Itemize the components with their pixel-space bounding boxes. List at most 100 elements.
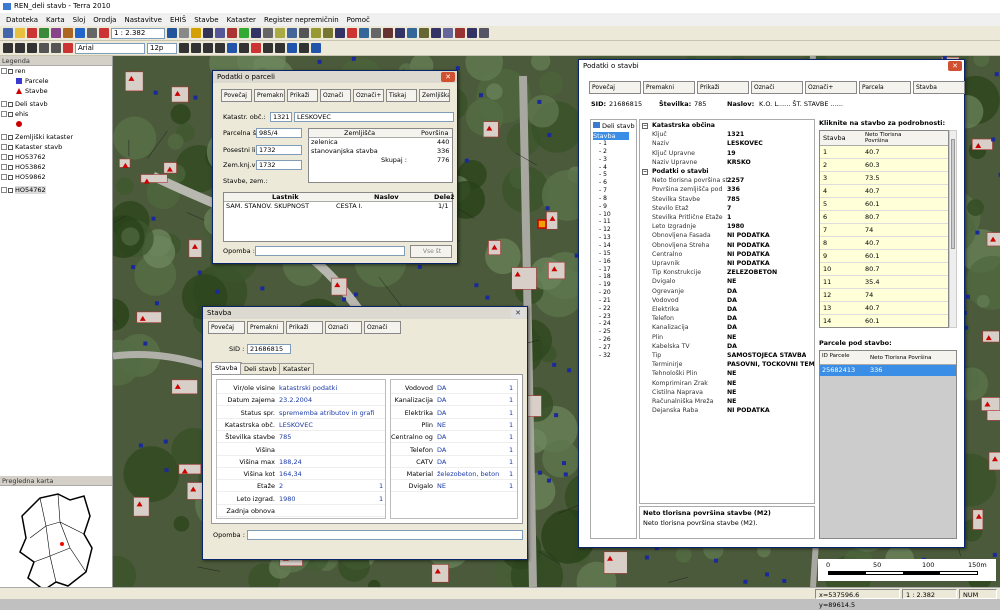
opomba-field[interactable] [255,246,405,256]
layer-checkbox[interactable] [8,175,13,180]
legend-item[interactable]: ren [0,66,112,76]
expand-icon[interactable] [1,174,7,180]
property-row[interactable]: DvigaloNE [640,278,814,286]
toolbar-tool-icon[interactable] [179,28,189,38]
property-section[interactable]: −Katastrska občina [640,122,814,130]
tree-item[interactable]: - 17 [599,266,637,274]
toolbar-tool-icon[interactable] [39,28,49,38]
table-row[interactable]: 840.7 [820,237,948,250]
property-row[interactable]: Tip KonstrukcijeŽELEZOBETON [640,269,814,277]
toolbar-tool-icon[interactable] [275,28,285,38]
table-row[interactable]: Status spr.sprememba atributov in grafik… [217,407,385,419]
format-tool-icon[interactable] [239,43,249,53]
overview-map[interactable] [0,486,112,598]
menu-item-4[interactable]: Nastavitve [120,16,166,24]
tree-item[interactable]: - 18 [599,273,637,281]
parts-tree[interactable]: Deli stavbStavba- 1- 2- 3- 4- 5- 6- 7- 8… [590,119,637,539]
table-row[interactable]: Številka stavbe785 [217,431,385,443]
opomba-field[interactable] [247,530,523,540]
property-section[interactable]: −Podatki o stavbi [640,168,814,176]
tree-item[interactable]: - 32 [599,352,637,360]
building-button-0[interactable]: Povečaj [208,321,245,334]
table-row[interactable]: Višina [217,444,385,456]
property-row[interactable]: NazivLESKOVEC [640,140,814,148]
format-tool-icon[interactable] [227,43,237,53]
expand-icon[interactable] [1,187,7,193]
tree-item[interactable]: - 10 [599,211,637,219]
tree-item[interactable]: - 4 [599,164,637,172]
property-row[interactable]: Komprimiran ZrakNE [640,380,814,388]
toolbar-tool-icon[interactable] [15,28,25,38]
draw-tool-icon[interactable] [27,43,37,53]
toolbar-tool-icon[interactable] [467,28,477,38]
building-data-button-6[interactable]: Stavba [913,81,965,94]
menu-item-9[interactable]: Pomoč [343,16,374,24]
parcel-button-0[interactable]: Povečaj [221,89,252,102]
menu-item-1[interactable]: Karta [42,16,69,24]
table-row[interactable]: 1274 [820,289,948,302]
property-row[interactable]: UpravnikNI PODATKA [640,260,814,268]
property-row[interactable]: Neto tlorisna površina st2257 [640,177,814,185]
draw-tool-icon[interactable] [3,43,13,53]
tree-item[interactable]: - 2 [599,148,637,156]
building-data-button-4[interactable]: Označi+ [805,81,857,94]
draw-tool-icon[interactable] [51,43,61,53]
tree-item[interactable]: - 7 [599,187,637,195]
toolbar-tool-icon[interactable] [87,28,97,38]
table-scrollbar[interactable] [949,130,957,328]
toolbar-tool-icon[interactable] [287,28,297,38]
format-tool-icon[interactable] [275,43,285,53]
toolbar-tool-icon[interactable] [347,28,357,38]
table-row[interactable]: Centralno ogr.DA1 [391,431,517,443]
building-data-button-3[interactable]: Označi [751,81,803,94]
toolbar-tool-icon[interactable] [323,28,333,38]
zk-field[interactable]: 1732 [256,160,302,170]
table-row[interactable]: 680.7 [820,211,948,224]
table-row[interactable]: 560.1 [820,198,948,211]
property-row[interactable]: Površina zemljišča pod336 [640,186,814,194]
layer-checkbox[interactable] [8,188,13,193]
draw-tool-icon[interactable] [15,43,25,53]
property-row[interactable]: Leto Izgradnje1980 [640,223,814,231]
toolbar-tool-icon[interactable] [203,28,213,38]
legend-item[interactable] [0,119,112,129]
parcel-button-2[interactable]: Prikaži [287,89,318,102]
table-row[interactable]: 25682413 336 [820,365,956,376]
draw-tool-icon[interactable] [39,43,49,53]
property-row[interactable]: OgrevanjeDA [640,288,814,296]
scale-select[interactable]: 1 : 2.382 [111,28,165,39]
toolbar-tool-icon[interactable] [479,28,489,38]
toolbar-tool-icon[interactable] [99,28,109,38]
format-tool-icon[interactable] [191,43,201,53]
parcel-button-1[interactable]: Premakni [254,89,285,102]
property-row[interactable]: TipSAMOSTOJEČA STAVBA [640,352,814,360]
toolbar-tool-icon[interactable] [263,28,273,38]
legend-item[interactable]: Stavbe [0,86,112,96]
table-row[interactable]: Katastrska obč.LESKOVEC [217,419,385,431]
property-row[interactable]: VodovodDA [640,297,814,305]
toolbar-tool-icon[interactable] [335,28,345,38]
format-tool-icon[interactable] [287,43,297,53]
building-button-3[interactable]: Označi [325,321,362,334]
parcel-button-5[interactable]: Tiskaj [386,89,417,102]
toolbar-tool-icon[interactable] [215,28,225,38]
format-tool-icon[interactable] [179,43,189,53]
tree-item[interactable]: - 21 [599,297,637,305]
expand-icon[interactable] [1,101,7,107]
building-data-button-2[interactable]: Prikaži [697,81,749,94]
layer-checkbox[interactable] [8,145,13,150]
toolbar-tool-icon[interactable] [311,28,321,38]
property-row[interactable]: Številka Stavbe785 [640,196,814,204]
table-row[interactable]: Materialželezobeton, beton1 [391,468,517,480]
toolbar-tool-icon[interactable] [395,28,405,38]
tree-item[interactable]: - 9 [599,203,637,211]
toolbar-tool-icon[interactable] [407,28,417,38]
property-row[interactable]: PlinNE [640,334,814,342]
property-row[interactable]: Število Etaž7 [640,205,814,213]
tree-item[interactable]: - 16 [599,258,637,266]
table-row[interactable]: Datum zajema23.2.2004 [217,394,385,406]
tree-item[interactable]: - 22 [599,305,637,313]
legend-item[interactable]: HO53862 [0,162,112,172]
posestni-list-field[interactable]: 1732 [256,145,302,155]
tree-item[interactable]: - 24 [599,320,637,328]
